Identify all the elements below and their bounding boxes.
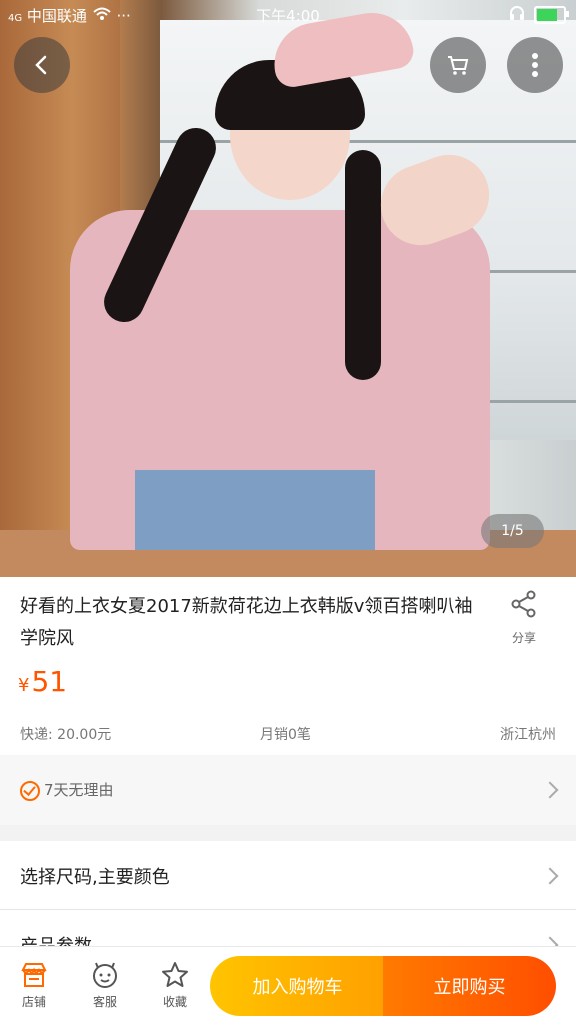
image-pager: 1/5 — [481, 514, 544, 548]
product-image[interactable] — [0, 0, 576, 577]
price-value: 51 — [31, 665, 68, 698]
back-button[interactable] — [14, 37, 70, 93]
share-label: 分享 — [511, 631, 536, 645]
store-label: 店铺 — [21, 995, 46, 1009]
add-to-cart-button[interactable]: 加入购物车 — [210, 956, 385, 1016]
status-bar: 4G 中国联通 ··· 下午4:00 — [0, 0, 576, 30]
select-spec-row[interactable]: 选择尺码,主要颜色 — [0, 841, 576, 909]
currency-symbol: ¥ — [18, 675, 30, 696]
more-options-button[interactable] — [507, 37, 563, 93]
bottom-action-bar: 店铺 客服 收藏 加入购物车 立即购买 — [0, 946, 576, 1025]
status-time: 下午4:00 — [256, 7, 320, 25]
favorite-label: 收藏 — [162, 995, 187, 1009]
share-button[interactable]: 分享 — [494, 589, 554, 646]
params-row[interactable]: 产品参数 — [0, 910, 576, 946]
star-icon — [162, 962, 188, 987]
model-hair-braid — [345, 150, 381, 380]
select-spec-label: 选择尺码,主要颜色 — [20, 867, 170, 888]
cart-icon — [448, 56, 469, 75]
shipping-fee: 快递: 20.00元 — [20, 727, 112, 743]
params-label: 产品参数 — [20, 932, 92, 946]
cart-button[interactable] — [430, 37, 486, 93]
buy-now-button[interactable]: 立即购买 — [383, 956, 556, 1016]
headphone-icon — [508, 4, 526, 26]
ship-location: 浙江杭州 — [500, 727, 556, 743]
monthly-sales: 月销0笔 — [260, 727, 311, 743]
status-right — [508, 4, 569, 26]
price: ¥51 — [18, 665, 67, 698]
model-jeans — [135, 470, 375, 550]
battery-icon — [534, 6, 569, 24]
favorite-button[interactable]: 收藏 — [145, 957, 205, 1010]
chevron-left-icon — [35, 55, 47, 75]
check-circle-icon — [20, 781, 40, 801]
service-label: 7天无理由 — [44, 781, 114, 799]
chevron-right-icon — [541, 781, 559, 799]
more-vertical-icon — [532, 53, 538, 77]
share-icon — [511, 590, 536, 618]
service-guarantee-row[interactable]: 7天无理由 — [0, 755, 576, 825]
customer-service-icon — [93, 962, 117, 988]
product-info: 好看的上衣女夏2017新款荷花边上衣韩版v领百搭喇叭袖学院风 分享 ¥51 快递… — [0, 577, 576, 755]
store-button[interactable]: 店铺 — [4, 957, 64, 1010]
chevron-right-icon — [541, 867, 559, 885]
chevron-right-icon — [541, 936, 559, 946]
customer-service-button[interactable]: 客服 — [75, 957, 135, 1010]
store-icon — [21, 963, 47, 987]
product-title: 好看的上衣女夏2017新款荷花边上衣韩版v领百搭喇叭袖学院风 — [20, 596, 473, 649]
customer-service-label: 客服 — [92, 995, 117, 1009]
